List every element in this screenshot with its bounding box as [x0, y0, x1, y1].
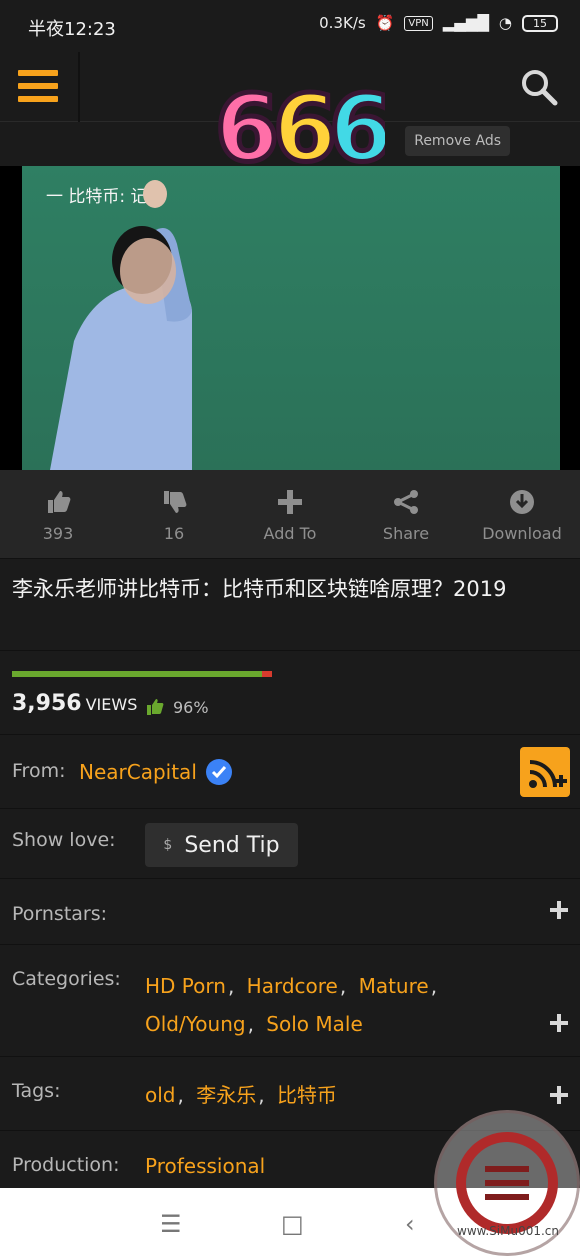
share-icon [394, 490, 418, 514]
status-bar: 半夜12:23 0.3K/s ⏰ VPN ▂▄▆█ ◔ 15 [0, 0, 580, 52]
add-to-button[interactable]: Add To [232, 470, 348, 558]
watermark-text: www.SiMu001.cn [457, 1224, 559, 1238]
tag-link[interactable]: 比特币 [277, 1083, 337, 1107]
pornstars-label: Pornstars: [12, 903, 108, 925]
category-link[interactable]: HD Porn [145, 974, 226, 998]
plus-icon [278, 490, 302, 514]
expand-tags-icon[interactable] [550, 1086, 568, 1104]
status-indicators: 0.3K/s ⏰ VPN ▂▄▆█ ◔ 15 [319, 14, 558, 32]
battery-icon: 15 [522, 14, 558, 32]
production-label: Production: [12, 1154, 120, 1176]
download-button[interactable]: Download [464, 470, 580, 558]
dollar-icon: $ [163, 837, 173, 853]
expand-categories-icon[interactable] [550, 1014, 568, 1032]
rating-percentage: 96% [173, 697, 209, 717]
rating-bar-fill [12, 671, 262, 677]
video-player[interactable]: 一 比特币: 记 [0, 166, 580, 470]
category-list: HD Porn, Hardcore, Mature, Old/Young, So… [145, 974, 438, 1036]
send-tip-button[interactable]: $ Send Tip [145, 823, 298, 867]
categories-label: Categories: [12, 968, 121, 990]
menu-button[interactable] [0, 52, 80, 122]
pornstars-row: Pornstars: [0, 878, 580, 944]
channel-link[interactable]: NearCapital [79, 760, 197, 784]
subscribe-button[interactable] [520, 747, 570, 797]
video-actions: 393 16 Add To Share Download [0, 470, 580, 558]
show-love-label: Show love: [12, 829, 116, 851]
wifi-icon: ◔ [498, 14, 512, 32]
app-header: 6 6 6 [0, 52, 580, 185]
share-button[interactable]: Share [348, 470, 464, 558]
share-label: Share [382, 524, 430, 543]
category-link[interactable]: Mature [359, 974, 429, 998]
rating-bar [12, 671, 272, 677]
channel-row: From: NearCapital [0, 734, 580, 808]
video-stats: 3,956 VIEWS 96% [0, 650, 580, 734]
category-link[interactable]: Hardcore [247, 974, 338, 998]
show-love-row: Show love: $ Send Tip [0, 808, 580, 878]
verified-badge-icon [206, 759, 232, 785]
watermark-logo-icon: www.SiMu001.cn [456, 1132, 559, 1238]
from-label: From: [12, 760, 66, 782]
download-label: Download [482, 524, 562, 543]
expand-pornstars-icon[interactable] [550, 901, 568, 919]
tag-link[interactable]: old [145, 1083, 176, 1107]
video-frame[interactable]: 一 比特币: 记 [22, 166, 560, 470]
category-link[interactable]: Old/Young [145, 1012, 246, 1036]
dislike-count: 16 [163, 524, 185, 543]
teacher-figure [50, 180, 192, 470]
like-button[interactable]: 393 [0, 470, 116, 558]
tag-link[interactable]: 李永乐 [196, 1083, 256, 1107]
rss-plus-icon [529, 760, 567, 788]
search-icon[interactable] [520, 68, 558, 106]
status-time: 半夜12:23 [28, 19, 116, 40]
back-icon[interactable]: ‹ [405, 1210, 415, 1238]
alarm-icon: ⏰ [375, 14, 395, 32]
thumbs-down-icon [164, 491, 187, 513]
tags-label: Tags: [12, 1080, 61, 1102]
watermark-seal: www.SiMu001.cn [434, 1110, 580, 1256]
send-tip-label: Send Tip [184, 832, 280, 858]
signal-icon: ▂▄▆█ [442, 14, 489, 32]
add-to-label: Add To [263, 524, 317, 543]
category-link[interactable]: Solo Male [266, 1012, 362, 1036]
tag-list: old, 李永乐, 比特币 [145, 1083, 337, 1107]
home-icon[interactable]: □ [281, 1210, 304, 1238]
rating-summary: 96% [145, 697, 209, 717]
rating-thumb-icon [147, 699, 164, 715]
categories-row: Categories: HD Porn, Hardcore, Mature, O… [0, 944, 580, 1056]
download-icon [510, 490, 534, 514]
like-count: 393 [42, 524, 74, 543]
video-title: 李永乐老师讲比特币：比特币和区块链啥原理？2019 [0, 558, 580, 650]
menu-icon [18, 70, 58, 76]
dislike-button[interactable]: 16 [116, 470, 232, 558]
views-count: 3,956 VIEWS [12, 691, 138, 716]
network-speed: 0.3K/s [319, 14, 366, 32]
vpn-badge: VPN [404, 15, 433, 31]
production-value[interactable]: Professional [145, 1154, 265, 1178]
thumbs-up-icon [48, 491, 71, 513]
recent-apps-icon[interactable]: ☰ [160, 1210, 182, 1238]
remove-ads-button[interactable]: Remove Ads [405, 126, 510, 156]
